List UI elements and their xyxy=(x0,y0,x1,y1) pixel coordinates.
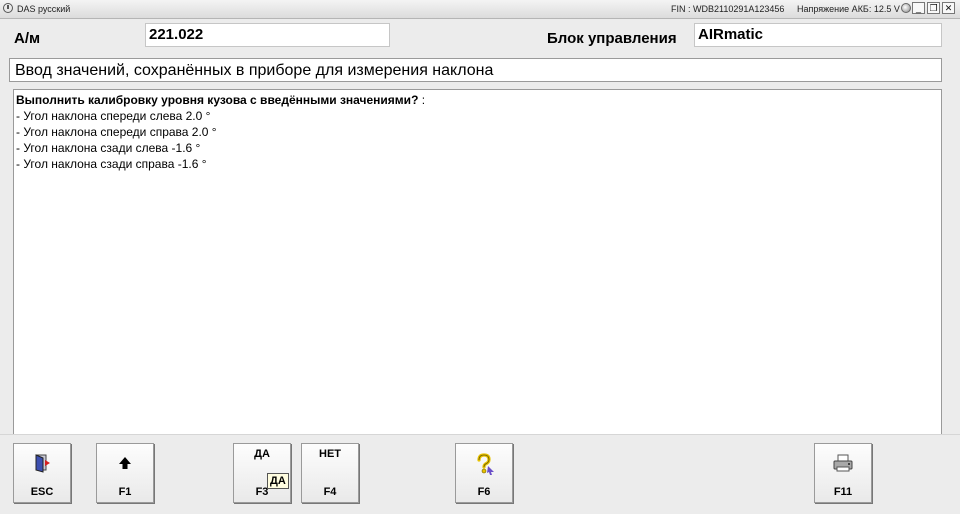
title-bar: DAS русский FIN : WDB2110291A123456 Напр… xyxy=(0,0,960,19)
battery-voltage-readout: Напряжение АКБ: 12.5 V xyxy=(797,4,900,14)
no-caption: НЕТ xyxy=(319,448,341,460)
list-item: - Угол наклона спереди справа 2.0 ° xyxy=(16,125,217,139)
page-title: Ввод значений, сохранённых в приборе для… xyxy=(9,58,942,82)
voltage-gauge-icon xyxy=(901,3,911,13)
control-unit-label: Блок управления xyxy=(547,30,677,47)
fin-readout: FIN : WDB2110291A123456 xyxy=(671,4,785,14)
close-button[interactable]: ✕ xyxy=(942,2,955,14)
list-item: - Угол наклона сзади справа -1.6 ° xyxy=(16,157,207,171)
esc-button[interactable]: ESC xyxy=(13,443,71,503)
app-logo-icon xyxy=(3,3,13,13)
tooltip: ДА xyxy=(267,473,289,489)
list-item: - Угол наклона сзади слева -1.6 ° xyxy=(16,141,201,155)
calibration-question: Выполнить калибровку уровня кузова с вве… xyxy=(16,93,426,107)
list-item: - Угол наклона спереди слева 2.0 ° xyxy=(16,109,211,123)
vehicle-label: А/м xyxy=(14,30,41,47)
window-title: DAS русский xyxy=(17,4,71,14)
f6-help-button[interactable]: F6 xyxy=(455,443,513,503)
control-unit-field: AIRmatic xyxy=(694,23,942,47)
f11-print-button[interactable]: F11 xyxy=(814,443,872,503)
arrow-up-icon xyxy=(97,453,153,478)
exit-door-icon xyxy=(14,453,70,478)
help-question-icon xyxy=(456,453,512,480)
yes-caption: ДА xyxy=(254,448,270,460)
minimize-button[interactable]: _ xyxy=(912,2,925,14)
message-panel: Выполнить калибровку уровня кузова с вве… xyxy=(13,89,942,435)
f1-button[interactable]: F1 xyxy=(96,443,154,503)
printer-icon xyxy=(815,453,871,478)
f4-no-button[interactable]: НЕТ F4 xyxy=(301,443,359,503)
restore-button[interactable]: ❐ xyxy=(927,2,940,14)
vehicle-model-field: 221.022 xyxy=(145,23,390,47)
